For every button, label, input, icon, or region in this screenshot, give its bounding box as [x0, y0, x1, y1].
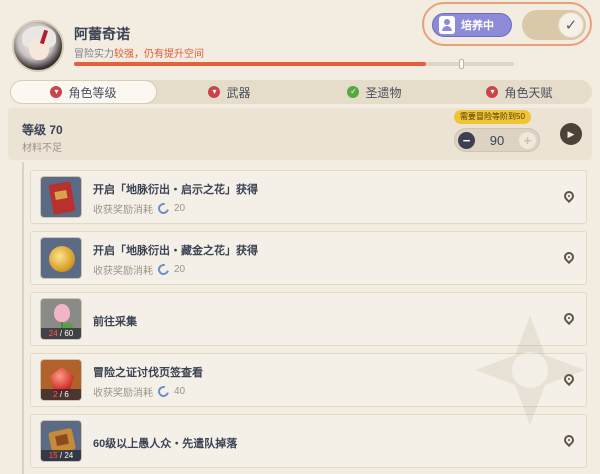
book-icon	[40, 176, 82, 218]
box-icon: 15 / 24	[40, 420, 82, 462]
task-title: 前往采集	[93, 316, 137, 328]
gem-icon: 2 / 6	[40, 359, 82, 401]
character-avatar[interactable]	[12, 20, 64, 72]
tab-label: 武器	[226, 85, 251, 100]
character-name: 阿蕾奇诺	[74, 26, 130, 42]
task-cost: 收获奖励消耗 40	[93, 383, 186, 400]
category-tabs: ▾ 角色等级 ▾ 武器 ✓ 圣遗物 ▾ 角色天赋	[10, 80, 592, 104]
training-badge-label: 培养中	[461, 20, 494, 32]
material-planner-panel: 阿蕾奇诺 冒险实力较强，仍有提升空间 培养中 ✓ ▾ 角色等级 ▾ 武器 ✓ 圣…	[0, 0, 600, 474]
checkmark-icon: ✓	[558, 12, 584, 38]
status-dot-icon: ▾	[50, 86, 63, 98]
play-icon[interactable]: ▶	[560, 123, 582, 145]
task-item[interactable]: 开启「地脉衍出・启示之花」获得 收获奖励消耗 20	[30, 170, 587, 224]
tab-label: 角色等级	[68, 85, 117, 100]
coin-icon	[40, 237, 82, 279]
current-level: 等级 70	[22, 123, 63, 137]
training-control: 培养中 ✓	[422, 2, 592, 46]
tab-talents[interactable]: ▾ 角色天赋	[447, 80, 592, 104]
task-title: 60级以上愚人众・先遣队掉落	[93, 438, 238, 450]
adventure-status: 较强，仍有提升空间	[114, 49, 204, 60]
tab-label: 角色天赋	[504, 85, 553, 100]
task-title: 开启「地脉衍出・启示之花」获得	[93, 184, 258, 196]
training-badge[interactable]: 培养中	[432, 13, 512, 37]
resin-icon	[155, 200, 172, 217]
cost-value: 20	[174, 203, 186, 214]
requirement-hint: 需要冒险等阶到50	[454, 110, 531, 124]
check-dot-icon: ✓	[347, 86, 360, 98]
progress-marker	[459, 59, 464, 69]
person-card-icon	[439, 16, 455, 34]
status-dot-icon: ▾	[486, 86, 499, 98]
cost-label: 收获奖励消耗	[93, 205, 153, 216]
adventure-progress-fill	[74, 62, 426, 66]
task-title: 冒险之证讨伐页签查看	[93, 367, 203, 379]
adventure-strength: 冒险实力较强，仍有提升空间	[74, 45, 204, 60]
tab-artifacts[interactable]: ✓ 圣遗物	[302, 80, 447, 104]
task-title: 开启「地脉衍出・藏金之花」获得	[93, 245, 258, 257]
flower-icon: 24 / 60	[40, 298, 82, 340]
cost-value: 40	[174, 386, 186, 397]
material-count: 2 / 6	[41, 389, 81, 400]
watermark-emblem-icon	[475, 315, 585, 425]
task-item[interactable]: 开启「地脉衍出・藏金之花」获得 收获奖励消耗 20	[30, 231, 587, 285]
cost-value: 20	[174, 264, 186, 275]
list-connector-line	[22, 162, 24, 474]
task-cost: 收获奖励消耗 20	[93, 200, 186, 217]
resin-icon	[155, 261, 172, 278]
training-toggle[interactable]: ✓	[522, 10, 586, 40]
status-dot-icon: ▾	[208, 86, 221, 98]
increase-button[interactable]: +	[519, 132, 536, 149]
location-pin-icon[interactable]	[561, 188, 577, 204]
target-level-stepper: − 90 +	[454, 128, 540, 152]
location-pin-icon[interactable]	[561, 249, 577, 265]
character-header: 阿蕾奇诺 冒险实力较强，仍有提升空间 培养中 ✓	[0, 0, 600, 78]
tab-label: 圣遗物	[365, 85, 402, 100]
material-status: 材料不足	[22, 143, 62, 154]
cost-label: 收获奖励消耗	[93, 388, 153, 399]
material-count: 15 / 24	[41, 450, 81, 461]
tab-character-level[interactable]: ▾ 角色等级	[10, 80, 157, 104]
tab-weapon[interactable]: ▾ 武器	[157, 80, 302, 104]
location-pin-icon[interactable]	[561, 432, 577, 448]
adventure-prefix: 冒险实力	[74, 49, 114, 60]
cost-label: 收获奖励消耗	[93, 266, 153, 277]
resin-icon	[155, 383, 172, 400]
level-row: 等级 70 材料不足 需要冒险等阶到50 − 90 + ▶	[8, 108, 592, 160]
material-count: 24 / 60	[41, 328, 81, 339]
adventure-progress-bar	[74, 62, 514, 66]
task-cost: 收获奖励消耗 20	[93, 261, 186, 278]
